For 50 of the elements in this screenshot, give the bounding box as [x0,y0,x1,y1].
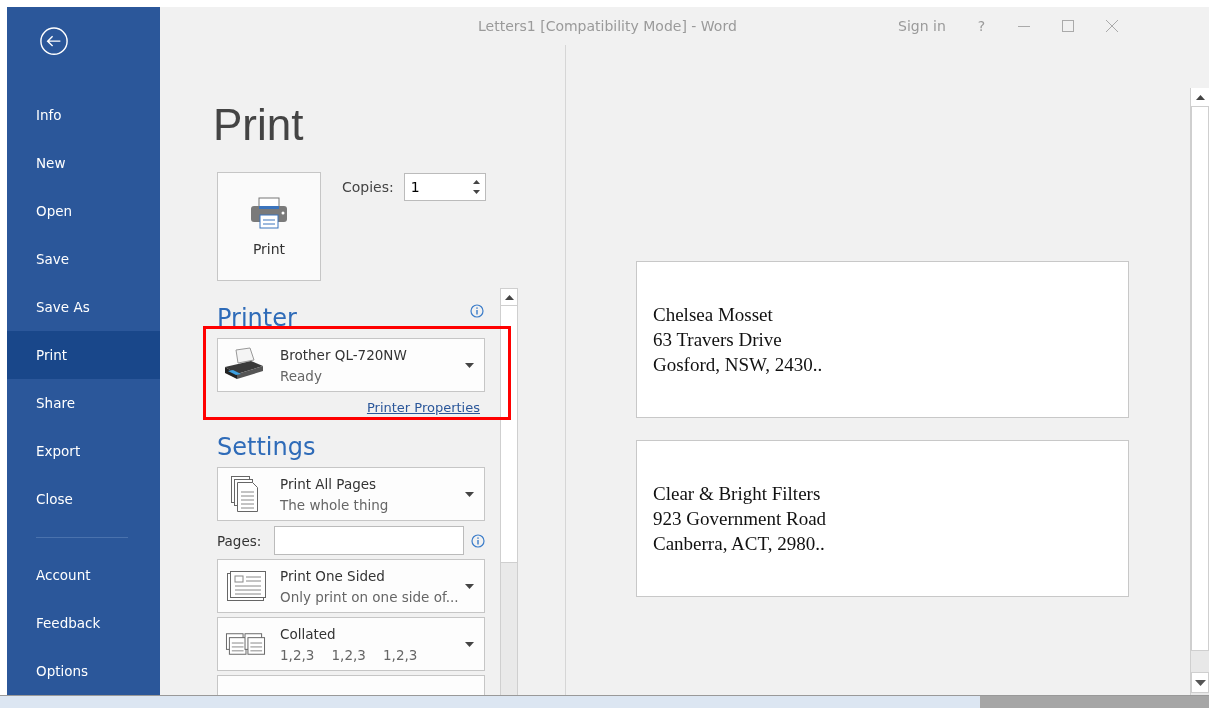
sidebar-item[interactable]: Close [7,475,160,524]
scrollbar[interactable] [500,288,518,695]
sidebar-item[interactable]: Account [7,551,160,599]
section-heading: Printer [217,304,297,332]
settings-dropdown[interactable]: Collated 1,2,3 1,2,3 1,2,3 [217,617,485,671]
sidebar-item[interactable]: New [7,139,160,188]
printer-icon [250,196,288,229]
printer-dropdown[interactable]: Brother QL-720NW Ready [217,338,485,392]
section-heading: Settings [217,433,316,461]
settings-dropdown[interactable]: Print One Sided Only print on one side of... [217,559,485,613]
sidebar-item[interactable]: Share [7,379,160,428]
window-title: Letters1 [Compatibility Mode] - Word [478,18,738,34]
info-icon [471,533,485,548]
copies-label: Copies: [342,179,394,195]
sidebar-item[interactable]: Save As [7,283,160,332]
sidebar-item[interactable]: Export [7,427,160,476]
scroll-up-icon[interactable] [504,294,514,300]
sidebar-item[interactable]: Open [7,187,160,236]
caret-icon [465,641,474,647]
address-line: Clear & Bright Filters [653,482,822,506]
caret-icon [465,362,474,368]
print-button[interactable]: Print [217,172,321,281]
scroll-down-icon[interactable] [1194,679,1206,686]
collated-icon [225,632,266,656]
caret-icon [465,583,474,589]
spin-down-icon[interactable] [472,190,480,194]
close-icon[interactable] [1105,19,1120,33]
settings-dropdown[interactable]: Print All Pages The whole thing [217,467,485,521]
sidebar-item[interactable]: Options [7,647,160,695]
page-title: Print [213,99,305,151]
scroll-up-icon[interactable] [1195,94,1205,100]
address-line: Canberra, ACT, 2980.. [653,532,826,556]
caret-icon [465,491,474,497]
pages-label: Pages: [217,532,263,549]
info-icon [470,304,484,318]
address-line: 923 Government Road [653,507,828,531]
address-line: 63 Travers Drive [653,328,783,352]
scrollbar[interactable] [1190,88,1209,695]
sidebar-item[interactable]: Info [7,91,160,140]
address-line: Gosford, NSW, 2430.. [653,353,824,377]
printer-properties-link[interactable]: Printer Properties [366,400,480,415]
sidebar-item[interactable]: Print [7,331,160,380]
copies-field[interactable]: 1 [403,173,486,201]
pages-field[interactable] [274,526,464,555]
sidebar-item[interactable]: Feedback [7,599,160,647]
sidebar-item[interactable]: Save [7,235,160,284]
spin-up-icon[interactable] [472,180,480,184]
maximize-icon[interactable] [1061,19,1076,33]
page-layout-icon [225,570,266,602]
address-line: Chelsea Mosset [653,303,774,327]
